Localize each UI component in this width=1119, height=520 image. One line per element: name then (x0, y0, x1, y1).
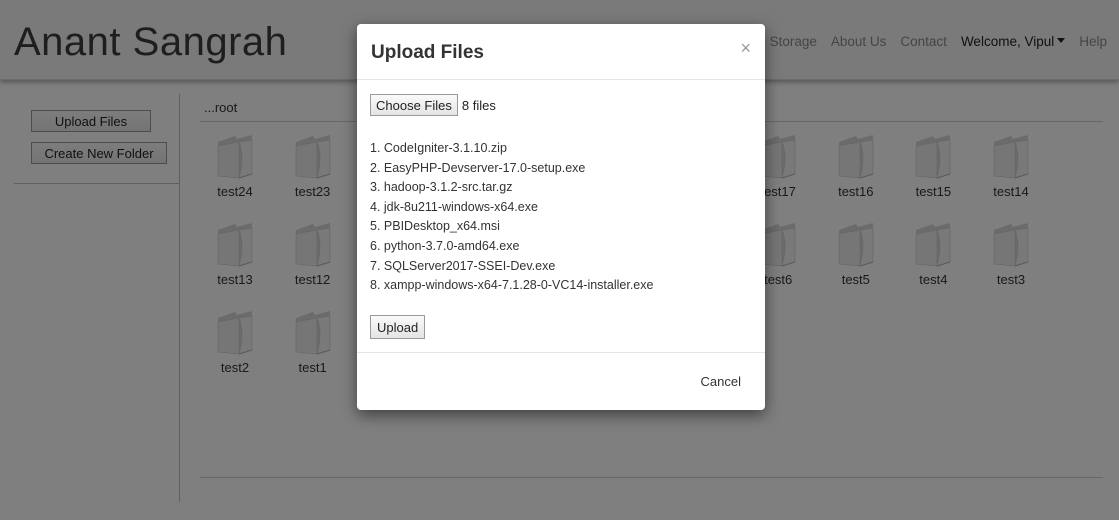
file-list-item: 6. python-3.7.0-amd64.exe (370, 238, 520, 253)
file-count: 8 files (461, 97, 496, 113)
close-icon[interactable]: × (740, 39, 751, 57)
selected-files-list: 1. CodeIgniter-3.1.10.zip 2. EasyPHP-Dev… (370, 139, 653, 296)
file-list-item: 3. hadoop-3.1.2-src.tar.gz (370, 180, 513, 195)
file-list-item: 1. CodeIgniter-3.1.10.zip (370, 141, 507, 155)
upload-button[interactable]: Upload (370, 315, 426, 339)
modal-header: Upload Files × (357, 24, 765, 80)
modal-title: Upload Files (371, 42, 484, 63)
cancel-button[interactable]: Cancel (701, 374, 741, 389)
file-list-item: 5. PBIDesktop_x64.msi (370, 219, 500, 234)
choose-files-button[interactable]: Choose Files (370, 94, 458, 116)
file-picker: Choose Files 8 files (370, 94, 496, 116)
file-list-item: 2. EasyPHP-Devserver-17.0-setup.exe (370, 160, 586, 175)
modal-footer: Cancel (357, 352, 765, 410)
upload-files-modal: Upload Files × Choose Files 8 files 1. C… (357, 24, 765, 410)
file-list-item: 4. jdk-8u211-windows-x64.exe (370, 199, 538, 214)
file-list-item: 8. xampp-windows-x64-7.1.28-0-VC14-insta… (370, 278, 654, 293)
file-list-item: 7. SQLServer2017-SSEI-Dev.exe (370, 258, 556, 273)
